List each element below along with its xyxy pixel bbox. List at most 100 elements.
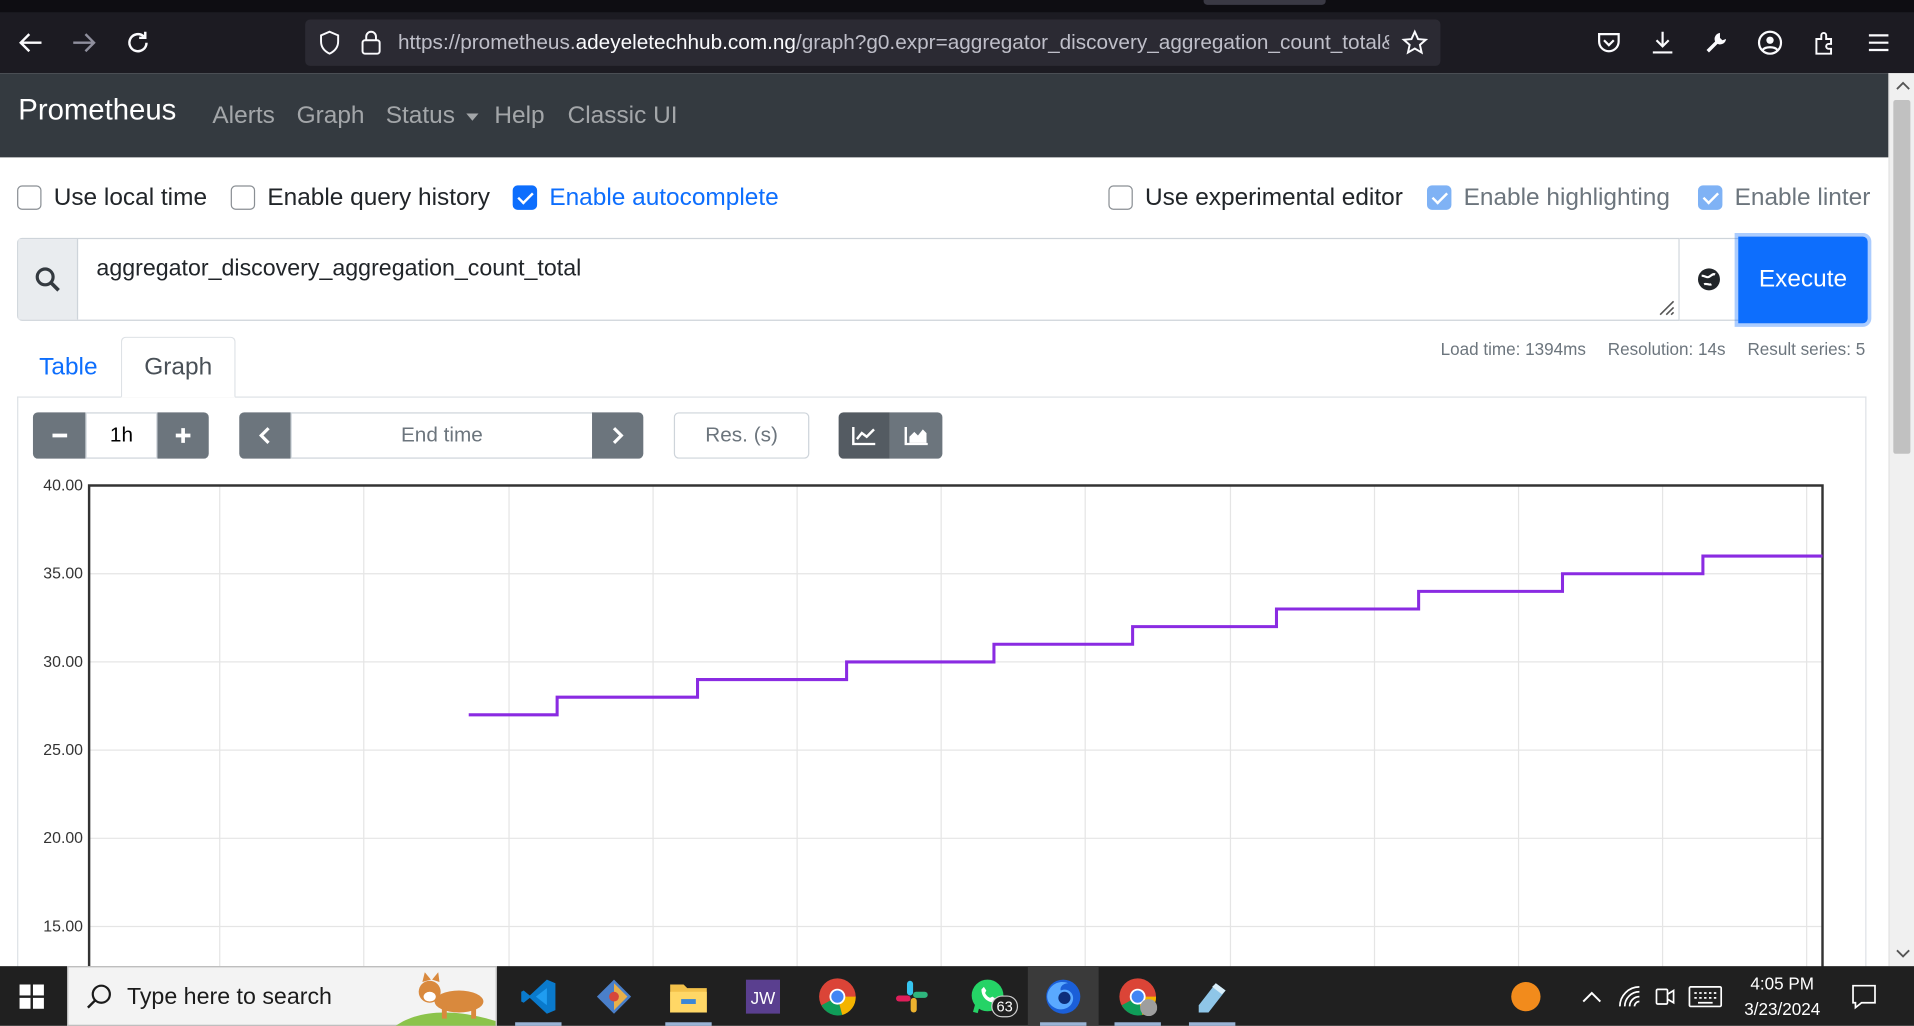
url-text[interactable]: https://prometheus.adeyeletechhub.com.ng…: [398, 30, 1389, 54]
resize-grip-icon[interactable]: [1655, 296, 1675, 316]
url-path: /graph?g0.expr=aggregator_discovery_aggr…: [795, 30, 1390, 54]
scroll-down-icon[interactable]: [1890, 942, 1914, 966]
extensions-icon[interactable]: [1807, 24, 1844, 61]
prometheus-navbar: Prometheus Alerts Graph Status Help Clas…: [0, 73, 1889, 158]
firefox-icon[interactable]: [1027, 966, 1099, 1026]
vscode-icon[interactable]: [503, 966, 574, 1026]
query-stats: Load time: 1394ms Resolution: 14s Result…: [1424, 339, 1866, 359]
range-input[interactable]: 1h: [85, 412, 158, 459]
download-icon[interactable]: [1644, 24, 1681, 61]
taskbar-search-placeholder: Type here to search: [126, 984, 332, 1011]
end-time-input[interactable]: End time: [290, 412, 594, 459]
y-tick-label: 40.00: [43, 477, 83, 494]
nav-status[interactable]: Status: [386, 102, 479, 130]
decrease-range-button[interactable]: [32, 412, 86, 459]
expression-text[interactable]: aggregator_discovery_aggregation_count_t…: [96, 256, 581, 283]
weather-sun-icon[interactable]: [1492, 966, 1560, 1026]
nav-help[interactable]: Help: [494, 102, 544, 130]
metrics-explorer-button[interactable]: [1679, 237, 1739, 321]
area-chart-icon: [903, 426, 928, 446]
notification-center-icon[interactable]: [1837, 966, 1891, 1026]
use-experimental-editor-checkbox[interactable]: [1108, 185, 1133, 210]
resolution-input[interactable]: Res. (s): [673, 412, 810, 459]
address-bar[interactable]: https://prometheus.adeyeletechhub.com.ng…: [305, 19, 1441, 66]
slack-icon[interactable]: [876, 966, 947, 1026]
result-series: Result series: 5: [1747, 339, 1866, 359]
file-explorer-icon[interactable]: [653, 966, 724, 1026]
keyboard-icon[interactable]: [1685, 966, 1727, 1026]
page-scrollbar[interactable]: [1888, 73, 1914, 967]
wifi-icon[interactable]: [1611, 966, 1648, 1026]
minus-icon: [51, 433, 67, 438]
enable-autocomplete-option[interactable]: Enable autocomplete: [512, 183, 779, 212]
time-series-chart[interactable]: 40.00 35.00 30.00 25.00 20.00 15.00: [0, 470, 1888, 970]
chevron-left-icon: [258, 427, 270, 444]
whatsapp-icon[interactable]: 63: [952, 966, 1023, 1026]
tab-table[interactable]: Table: [17, 337, 120, 398]
enable-autocomplete-checkbox[interactable]: [512, 185, 538, 210]
scroll-up-icon[interactable]: [1890, 73, 1914, 97]
tab-strip: [0, 0, 1914, 13]
explorer-running-indicator: [665, 1022, 712, 1026]
chrome-profile-icon[interactable]: [1102, 966, 1173, 1026]
brand-logo-text[interactable]: Prometheus: [18, 94, 176, 128]
shield-icon[interactable]: [317, 30, 341, 59]
increase-range-button[interactable]: [157, 412, 209, 459]
enable-linter-checkbox[interactable]: [1697, 185, 1723, 210]
end-time-back-button[interactable]: [239, 412, 291, 459]
jw-library-icon[interactable]: JW: [728, 966, 799, 1026]
notes-app-icon[interactable]: [1177, 966, 1248, 1026]
tab-graph[interactable]: Graph: [120, 336, 236, 398]
forward-icon[interactable]: [66, 24, 103, 61]
plus-icon: [175, 428, 191, 443]
expression-input[interactable]: aggregator_discovery_aggregation_count_t…: [17, 237, 1680, 321]
caret-down-icon: [466, 113, 479, 121]
execute-button[interactable]: Execute: [1738, 236, 1868, 324]
nav-graph[interactable]: Graph: [297, 102, 365, 130]
unstacked-chart-button[interactable]: [838, 412, 890, 459]
whatsapp-unread-badge: 63: [991, 995, 1019, 1018]
y-tick-label: 15.00: [43, 918, 83, 935]
line-chart-icon: [852, 426, 876, 446]
scroll-thumb[interactable]: [1893, 100, 1911, 454]
menu-icon[interactable]: [1860, 24, 1897, 61]
taskbar-clock[interactable]: 4:05 PM 3/23/2024: [1731, 971, 1834, 1022]
nav-alerts[interactable]: Alerts: [212, 102, 274, 130]
active-tab-indicator[interactable]: [1203, 0, 1326, 5]
end-time-forward-button[interactable]: [592, 412, 644, 459]
use-experimental-editor-option[interactable]: Use experimental editor: [1108, 183, 1403, 212]
chrome-icon[interactable]: [802, 966, 873, 1026]
load-time: Load time: 1394ms: [1440, 339, 1586, 359]
pocket-icon[interactable]: [1591, 24, 1628, 61]
windows-start-icon[interactable]: [0, 966, 63, 1026]
account-icon[interactable]: [1752, 24, 1789, 61]
enable-highlighting-option[interactable]: Enable highlighting: [1426, 183, 1670, 212]
enable-linter-option[interactable]: Enable linter: [1697, 183, 1871, 212]
reload-icon[interactable]: [120, 24, 157, 61]
use-local-time-checkbox[interactable]: [17, 185, 42, 210]
chevron-up-icon[interactable]: [1575, 966, 1609, 1026]
enable-query-history-option[interactable]: Enable query history: [230, 183, 490, 212]
nav-status-label: Status: [385, 102, 455, 130]
use-local-time-option[interactable]: Use local time: [17, 183, 207, 212]
enable-highlighting-label: Enable highlighting: [1463, 183, 1670, 211]
series-line: [468, 554, 1823, 717]
enable-highlighting-checkbox[interactable]: [1426, 185, 1452, 210]
git-gui-icon[interactable]: [579, 966, 650, 1026]
resolution-placeholder: Res. (s): [705, 423, 778, 447]
use-experimental-editor-label: Use experimental editor: [1145, 183, 1403, 211]
lock-icon[interactable]: [359, 29, 383, 61]
taskbar-search-input[interactable]: Type here to search: [67, 966, 497, 1026]
back-icon[interactable]: [12, 24, 49, 61]
clock-date: 3/23/2024: [1744, 999, 1821, 1019]
enable-query-history-checkbox[interactable]: [230, 185, 256, 210]
windows-taskbar: Type here to search JW 63: [0, 966, 1914, 1026]
stacked-chart-button[interactable]: [889, 412, 943, 459]
vscode-running-indicator: [515, 1022, 562, 1026]
nav-classic-ui[interactable]: Classic UI: [568, 102, 678, 130]
enable-linter-label: Enable linter: [1734, 183, 1871, 211]
wrench-icon[interactable]: [1698, 24, 1735, 61]
meet-now-icon[interactable]: [1648, 966, 1682, 1026]
clock-time: 4:05 PM: [1750, 973, 1815, 993]
bookmark-star-icon[interactable]: [1401, 29, 1429, 61]
